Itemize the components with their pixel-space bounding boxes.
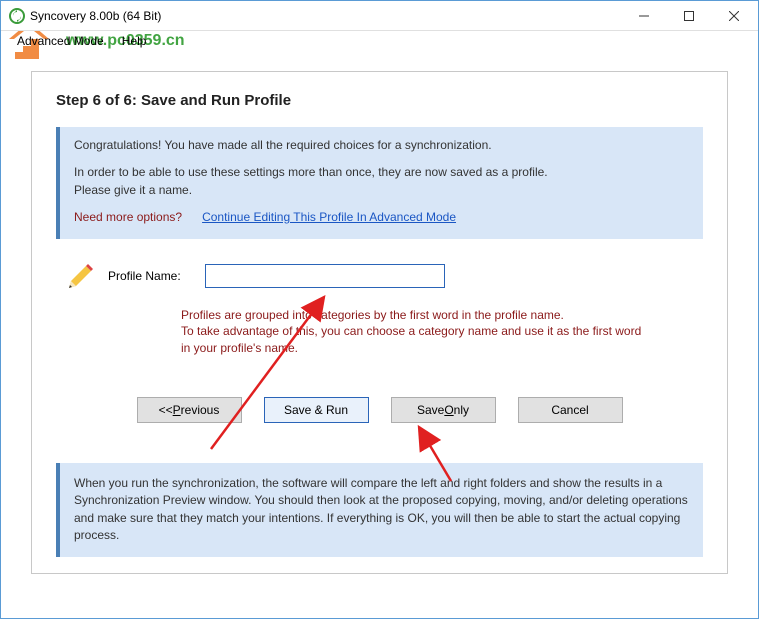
pencil-icon	[66, 261, 96, 291]
advanced-mode-link[interactable]: Continue Editing This Profile In Advance…	[202, 209, 456, 226]
window-title: Syncovery 8.00b (64 Bit)	[30, 9, 621, 23]
main-area: Step 6 of 6: Save and Run Profile Congra…	[1, 51, 758, 589]
app-icon	[9, 8, 25, 24]
minimize-icon	[639, 11, 649, 21]
button-row: << Previous Save & Run Save Only Cancel	[56, 397, 703, 423]
bottom-text: When you run the synchronization, the so…	[60, 463, 703, 557]
menubar: Advanced Mode Help	[1, 31, 758, 51]
previous-button[interactable]: << Previous	[137, 397, 242, 423]
profile-name-row: Profile Name:	[66, 261, 703, 291]
close-icon	[729, 11, 739, 21]
congrats-text: Congratulations! You have made all the r…	[74, 137, 689, 154]
info-box-bottom: When you run the synchronization, the so…	[56, 463, 703, 557]
save-only-button[interactable]: Save Only	[391, 397, 496, 423]
info-content: Congratulations! You have made all the r…	[60, 127, 703, 239]
menu-advanced-mode[interactable]: Advanced Mode	[9, 32, 112, 50]
dialog-panel: Step 6 of 6: Save and Run Profile Congra…	[31, 71, 728, 574]
save-hint-text: In order to be able to use these setting…	[74, 164, 689, 199]
titlebar: Syncovery 8.00b (64 Bit)	[1, 1, 758, 31]
menu-help[interactable]: Help	[114, 32, 155, 50]
profile-name-label: Profile Name:	[108, 269, 181, 283]
maximize-button[interactable]	[666, 1, 711, 30]
info-box-top: Congratulations! You have made all the r…	[56, 127, 703, 239]
minimize-button[interactable]	[621, 1, 666, 30]
save-run-button[interactable]: Save & Run	[264, 397, 369, 423]
profile-hints: Profiles are grouped into categories by …	[181, 307, 703, 357]
cancel-button[interactable]: Cancel	[518, 397, 623, 423]
close-button[interactable]	[711, 1, 756, 30]
need-more-row: Need more options? Continue Editing This…	[74, 209, 689, 226]
profile-name-input[interactable]	[205, 264, 445, 288]
step-title: Step 6 of 6: Save and Run Profile	[56, 92, 703, 109]
maximize-icon	[684, 11, 694, 21]
need-more-label: Need more options?	[74, 209, 182, 226]
window-controls	[621, 1, 756, 30]
